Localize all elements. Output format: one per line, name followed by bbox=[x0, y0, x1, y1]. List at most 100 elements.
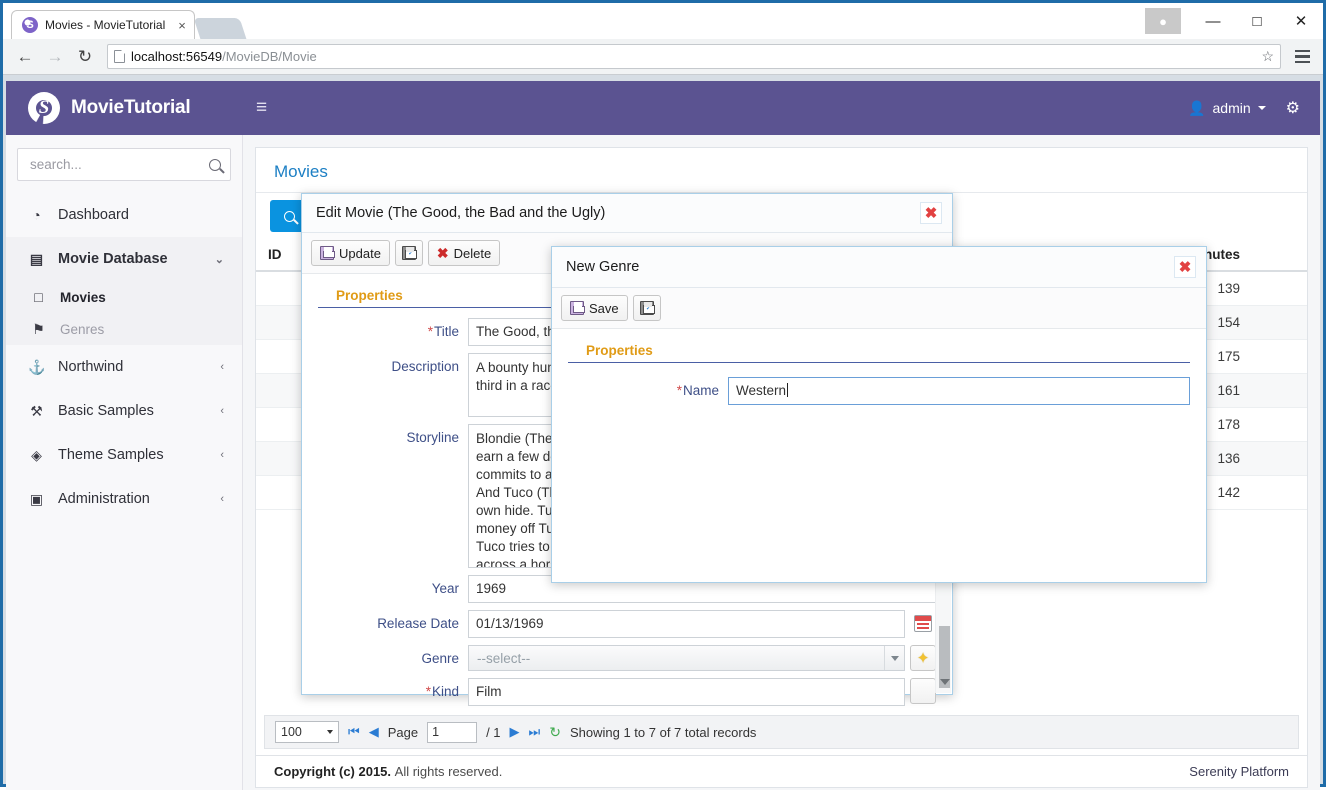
search-input[interactable] bbox=[28, 156, 209, 173]
kind-label: *Kind bbox=[318, 678, 468, 699]
save-button-label: Save bbox=[589, 300, 619, 316]
title-label: *Title bbox=[318, 318, 468, 339]
field-release-date: Release Date 01/13/1969 bbox=[318, 610, 936, 638]
kind-input[interactable]: Film bbox=[468, 678, 905, 706]
user-menu[interactable]: 👤 admin bbox=[1188, 100, 1266, 117]
required-marker: * bbox=[425, 684, 431, 699]
sidebar-item-northwind[interactable]: ⚓ Northwind ‹ bbox=[6, 345, 242, 389]
chevron-down-icon[interactable] bbox=[884, 646, 904, 670]
chevron-down-icon bbox=[327, 730, 333, 734]
first-page-icon[interactable]: ⏮ bbox=[348, 724, 360, 740]
save-and-new-button[interactable] bbox=[632, 295, 661, 321]
brand-title: MovieTutorial bbox=[71, 97, 191, 118]
sidebar-submenu: □ Movies ⚑ Genres bbox=[6, 281, 242, 345]
browser-tab[interactable]: S Movies - MovieTutorial × bbox=[11, 10, 195, 39]
name-input[interactable]: Western bbox=[728, 377, 1190, 405]
back-icon[interactable]: ← bbox=[11, 43, 39, 71]
new-genre-form: *Name Western bbox=[552, 363, 1206, 405]
close-icon[interactable]: ✖ bbox=[920, 202, 942, 224]
sidebar-item-movie-database[interactable]: ▤ Movie Database ⌄ bbox=[6, 237, 242, 281]
chrome-menu-icon[interactable] bbox=[1289, 49, 1315, 64]
last-page-icon[interactable]: ⏭ bbox=[529, 724, 541, 740]
copyright-rest: All rights reserved. bbox=[394, 764, 503, 779]
chevron-left-icon: ‹ bbox=[220, 449, 224, 461]
save-disk-icon bbox=[570, 301, 585, 315]
delete-button[interactable]: ✖ Delete bbox=[427, 240, 501, 266]
user-avatar-icon: 👤 bbox=[1188, 99, 1206, 116]
chevron-left-icon: ‹ bbox=[220, 361, 224, 373]
sidebar-item-label: Theme Samples bbox=[58, 447, 164, 463]
year-label: Year bbox=[431, 581, 459, 596]
new-genre-dialog-title: New Genre bbox=[566, 259, 640, 275]
storyline-label: Storyline bbox=[406, 430, 459, 445]
release-date-input[interactable]: 01/13/1969 bbox=[468, 610, 905, 638]
new-tab-button[interactable] bbox=[193, 18, 247, 39]
topnav-right: 👤 admin ⚙ bbox=[1188, 98, 1320, 118]
sidebar-toggle-icon[interactable]: ≡ bbox=[256, 97, 267, 119]
new-genre-dialog: New Genre ✖ Save Properties *Name Wester… bbox=[551, 246, 1207, 583]
tab-title: Movies - MovieTutorial bbox=[45, 18, 166, 32]
prev-page-icon[interactable]: ◀ bbox=[369, 724, 379, 740]
url-path: /MovieDB/Movie bbox=[222, 49, 317, 64]
bookmark-star-icon[interactable]: ☆ bbox=[1261, 48, 1274, 65]
sidebar-item-label: Genres bbox=[60, 321, 105, 337]
sidebar-item-genres[interactable]: ⚑ Genres bbox=[6, 313, 242, 345]
field-genre: Genre --select-- ✦ bbox=[318, 645, 936, 671]
sidebar-search-wrap bbox=[6, 135, 242, 181]
close-icon[interactable]: ✖ bbox=[1174, 256, 1196, 278]
sidebar-item-dashboard[interactable]: ◔ Dashboard bbox=[6, 193, 242, 237]
minimize-button[interactable]: — bbox=[1191, 6, 1235, 36]
sidebar-item-basic-samples[interactable]: ⚒ Basic Samples ‹ bbox=[6, 389, 242, 433]
calendar-picker-button[interactable] bbox=[910, 610, 936, 636]
name-label: *Name bbox=[568, 377, 728, 398]
next-page-icon[interactable]: ▶ bbox=[510, 724, 520, 740]
update-button[interactable]: Update bbox=[311, 240, 390, 266]
cell-end bbox=[1252, 475, 1307, 510]
dashboard-icon: ◔ bbox=[32, 207, 41, 223]
tab-close-icon[interactable]: × bbox=[178, 18, 186, 33]
save-check-disk-icon bbox=[401, 246, 417, 260]
url-host: localhost:56549 bbox=[131, 49, 223, 64]
reload-icon[interactable]: ↻ bbox=[71, 43, 99, 71]
new-genre-button[interactable]: ✦ bbox=[910, 645, 936, 671]
new-genre-toolbar: Save bbox=[552, 288, 1206, 329]
sidebar-nav: ◔ Dashboard ▤ Movie Database ⌄ □ Movies bbox=[6, 193, 242, 521]
sidebar-item-label: Basic Samples bbox=[58, 403, 154, 419]
close-window-button[interactable]: ✕ bbox=[1279, 6, 1323, 36]
sidebar-item-label: Northwind bbox=[58, 359, 124, 375]
brand[interactable]: MovieTutorial bbox=[6, 92, 243, 124]
cell-end bbox=[1252, 373, 1307, 408]
sidebar-item-movies[interactable]: □ Movies bbox=[6, 281, 242, 313]
wrench-icon: ⚒ bbox=[30, 402, 43, 419]
refresh-icon[interactable]: ↻ bbox=[549, 724, 561, 741]
page-size-select[interactable]: 100 bbox=[275, 721, 339, 743]
genre-select[interactable]: --select-- bbox=[468, 645, 905, 671]
search-icon[interactable] bbox=[209, 158, 221, 171]
profile-icon[interactable]: ● bbox=[1145, 8, 1181, 34]
save-and-new-button[interactable] bbox=[394, 240, 423, 266]
settings-gear-icon[interactable]: ⚙ bbox=[1286, 98, 1300, 118]
column-header-end bbox=[1252, 239, 1307, 272]
sidebar-item-administration[interactable]: ▣ Administration ‹ bbox=[6, 477, 242, 521]
sidebar-item-theme-samples[interactable]: ◈ Theme Samples ‹ bbox=[6, 433, 242, 477]
new-genre-dialog-titlebar[interactable]: New Genre ✖ bbox=[552, 247, 1206, 288]
page-number-input[interactable] bbox=[427, 721, 478, 743]
anchor-icon: ⚓ bbox=[28, 358, 46, 375]
page-title: Movies bbox=[274, 162, 328, 181]
edit-movie-dialog-titlebar[interactable]: Edit Movie (The Good, the Bad and the Ug… bbox=[302, 194, 952, 233]
scroll-down-arrow-icon[interactable] bbox=[940, 679, 950, 685]
delete-x-icon: ✖ bbox=[436, 244, 449, 261]
genre-select-value: --select-- bbox=[477, 650, 531, 666]
sidebar-search-box[interactable] bbox=[17, 148, 231, 181]
diamond-icon: ◈ bbox=[31, 446, 42, 463]
maximize-button[interactable]: □ bbox=[1235, 6, 1279, 36]
platform-label: Serenity Platform bbox=[1189, 764, 1289, 779]
update-button-label: Update bbox=[339, 245, 381, 261]
address-bar[interactable]: localhost:56549/MovieDB/Movie ☆ bbox=[107, 44, 1281, 69]
chevron-down-icon bbox=[1257, 106, 1266, 110]
edit-movie-dialog-title: Edit Movie (The Good, the Bad and the Ug… bbox=[316, 205, 606, 221]
tab-strip: S Movies - MovieTutorial × bbox=[11, 9, 247, 39]
kind-extra-button[interactable] bbox=[910, 678, 936, 704]
save-button[interactable]: Save bbox=[561, 295, 628, 321]
forward-icon[interactable]: → bbox=[41, 43, 69, 71]
